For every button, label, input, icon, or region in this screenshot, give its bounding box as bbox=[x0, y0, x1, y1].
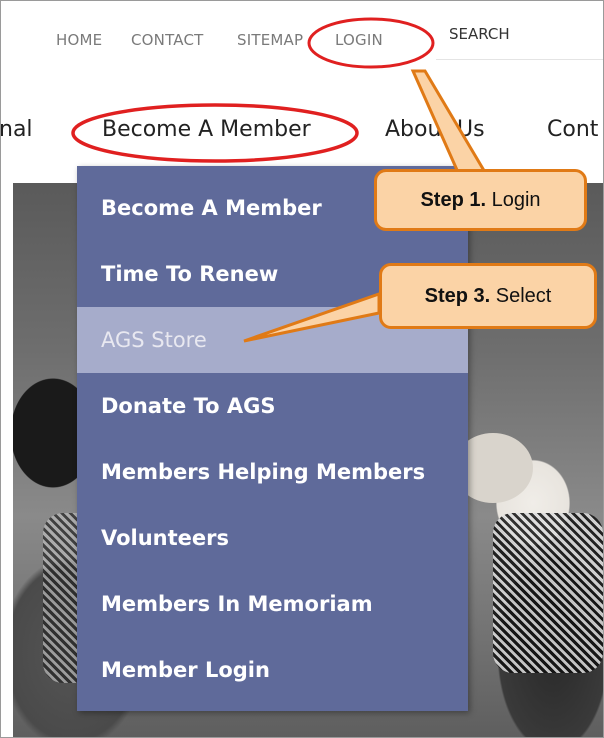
login-highlight-ellipse bbox=[307, 17, 435, 69]
step1-pointer bbox=[410, 69, 492, 181]
member-highlight-ellipse bbox=[71, 103, 359, 163]
step3-callout-bold: Step 3. bbox=[424, 285, 491, 307]
step1-callout-text: Login bbox=[486, 189, 541, 211]
step1-callout: Step 1. Login bbox=[374, 169, 587, 231]
step3-pointer bbox=[243, 291, 381, 343]
step3-callout-text: Select bbox=[490, 285, 552, 307]
step1-callout-bold: Step 1. bbox=[420, 189, 487, 211]
screenshot-frame: HOME CONTACT SITEMAP LOGIN SEARCH nal Be… bbox=[0, 0, 604, 738]
step3-callout: Step 3. Select bbox=[379, 263, 597, 329]
annotation-overlay bbox=[71, 17, 492, 343]
